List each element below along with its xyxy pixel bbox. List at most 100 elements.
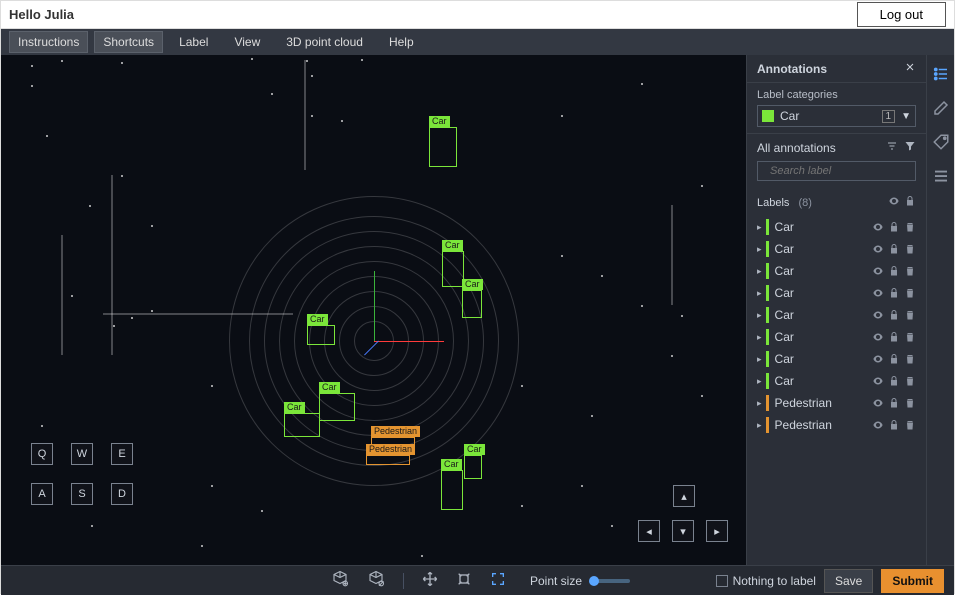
lock-icon[interactable] <box>888 397 900 409</box>
expand-icon[interactable]: ▸ <box>757 244 762 255</box>
sort-icon[interactable] <box>886 140 898 155</box>
visibility-icon[interactable] <box>872 353 884 365</box>
visibility-icon[interactable] <box>872 375 884 387</box>
nav-down-button[interactable]: ▾ <box>672 520 694 542</box>
category-select[interactable]: Car 1 ▼ <box>757 105 916 127</box>
cube-link-icon[interactable] <box>367 570 385 591</box>
visibility-icon[interactable] <box>872 419 884 431</box>
key-a[interactable]: A <box>31 483 53 505</box>
lock-icon[interactable] <box>888 331 900 343</box>
save-button[interactable]: Save <box>824 569 873 593</box>
car-bbox[interactable]: Car <box>284 413 320 437</box>
filter-icon[interactable] <box>904 140 916 155</box>
annotation-item[interactable]: ▸Pedestrian <box>751 392 922 414</box>
delete-icon[interactable] <box>904 309 916 321</box>
expand-icon[interactable]: ▸ <box>757 332 762 343</box>
car-bbox[interactable]: Car <box>429 127 457 167</box>
point-cloud-viewport[interactable]: CarCarCarCarCarCarCarCarPedestrianPedest… <box>1 55 746 565</box>
menu-label[interactable]: Label <box>169 32 218 52</box>
expand-icon[interactable]: ▸ <box>757 266 762 277</box>
annotations-rail-icon[interactable] <box>932 65 950 83</box>
menu-rail-icon[interactable] <box>932 167 950 185</box>
annotation-item[interactable]: ▸Car <box>751 216 922 238</box>
visibility-icon[interactable] <box>872 287 884 299</box>
car-bbox[interactable]: Car <box>441 470 463 510</box>
annotation-item[interactable]: ▸Car <box>751 348 922 370</box>
expand-icon[interactable]: ▸ <box>757 222 762 233</box>
visibility-icon[interactable] <box>872 397 884 409</box>
annotation-item[interactable]: ▸Car <box>751 304 922 326</box>
point-size-slider[interactable] <box>590 579 630 583</box>
menu-view[interactable]: View <box>224 32 270 52</box>
key-d[interactable]: D <box>111 483 133 505</box>
visibility-icon[interactable] <box>872 331 884 343</box>
expand-icon[interactable]: ▸ <box>757 310 762 321</box>
visibility-icon[interactable] <box>872 265 884 277</box>
car-bbox[interactable]: Car <box>319 393 355 421</box>
expand-icon[interactable]: ▸ <box>757 420 762 431</box>
nav-prev-button[interactable]: ◂ <box>638 520 660 542</box>
visibility-icon[interactable] <box>872 309 884 321</box>
menu-instructions[interactable]: Instructions <box>9 31 88 53</box>
bbox-label: Car <box>442 240 463 251</box>
nav-next-button[interactable]: ▸ <box>706 520 728 542</box>
annotation-item[interactable]: ▸Car <box>751 326 922 348</box>
delete-icon[interactable] <box>904 243 916 255</box>
delete-icon[interactable] <box>904 397 916 409</box>
lock-icon[interactable] <box>888 419 900 431</box>
expand-icon[interactable]: ▸ <box>757 398 762 409</box>
lock-icon[interactable] <box>888 287 900 299</box>
move-icon[interactable] <box>422 571 438 590</box>
key-w[interactable]: W <box>71 443 93 465</box>
expand-icon[interactable]: ▸ <box>757 376 762 387</box>
logout-button[interactable]: Log out <box>857 2 946 27</box>
delete-icon[interactable] <box>904 265 916 277</box>
lock-all-icon[interactable] <box>904 195 916 210</box>
delete-icon[interactable] <box>904 353 916 365</box>
nothing-to-label-checkbox[interactable]: Nothing to label <box>716 574 816 588</box>
lock-icon[interactable] <box>888 375 900 387</box>
lock-icon[interactable] <box>888 243 900 255</box>
lock-icon[interactable] <box>888 309 900 321</box>
nav-up-button[interactable]: ▴ <box>673 485 695 507</box>
annotation-item[interactable]: ▸Car <box>751 260 922 282</box>
lock-icon[interactable] <box>888 265 900 277</box>
submit-button[interactable]: Submit <box>881 569 944 593</box>
cube-add-icon[interactable] <box>331 570 349 591</box>
menu-shortcuts[interactable]: Shortcuts <box>94 31 163 53</box>
menu-3d-point-cloud[interactable]: 3D point cloud <box>276 32 373 52</box>
car-bbox[interactable]: Car <box>442 251 464 287</box>
pedestrian-bbox[interactable]: Pedestrian <box>366 455 410 465</box>
delete-icon[interactable] <box>904 375 916 387</box>
annotation-item[interactable]: ▸Car <box>751 370 922 392</box>
lock-icon[interactable] <box>888 221 900 233</box>
key-q[interactable]: Q <box>31 443 53 465</box>
tag-rail-icon[interactable] <box>932 133 950 151</box>
lock-icon[interactable] <box>888 353 900 365</box>
key-e[interactable]: E <box>111 443 133 465</box>
search-box[interactable] <box>757 161 916 181</box>
delete-icon[interactable] <box>904 221 916 233</box>
delete-icon[interactable] <box>904 331 916 343</box>
delete-icon[interactable] <box>904 419 916 431</box>
annotation-item[interactable]: ▸Pedestrian <box>751 414 922 436</box>
car-bbox[interactable]: Car <box>462 290 482 318</box>
menu-help[interactable]: Help <box>379 32 424 52</box>
visibility-icon[interactable] <box>872 243 884 255</box>
annotation-item[interactable]: ▸Car <box>751 238 922 260</box>
crop-icon[interactable] <box>456 571 472 590</box>
delete-icon[interactable] <box>904 287 916 299</box>
fullscreen-icon[interactable] <box>490 571 506 590</box>
expand-icon[interactable]: ▸ <box>757 288 762 299</box>
edit-rail-icon[interactable] <box>932 99 950 117</box>
search-input[interactable] <box>770 165 913 177</box>
close-panel-icon[interactable] <box>904 61 916 76</box>
visibility-icon[interactable] <box>872 221 884 233</box>
car-bbox[interactable]: Car <box>464 455 482 479</box>
annotation-item[interactable]: ▸Car <box>751 282 922 304</box>
key-s[interactable]: S <box>71 483 93 505</box>
visibility-all-icon[interactable] <box>888 195 900 210</box>
car-bbox[interactable]: Car <box>307 325 335 345</box>
bbox-label: Car <box>429 116 450 127</box>
expand-icon[interactable]: ▸ <box>757 354 762 365</box>
